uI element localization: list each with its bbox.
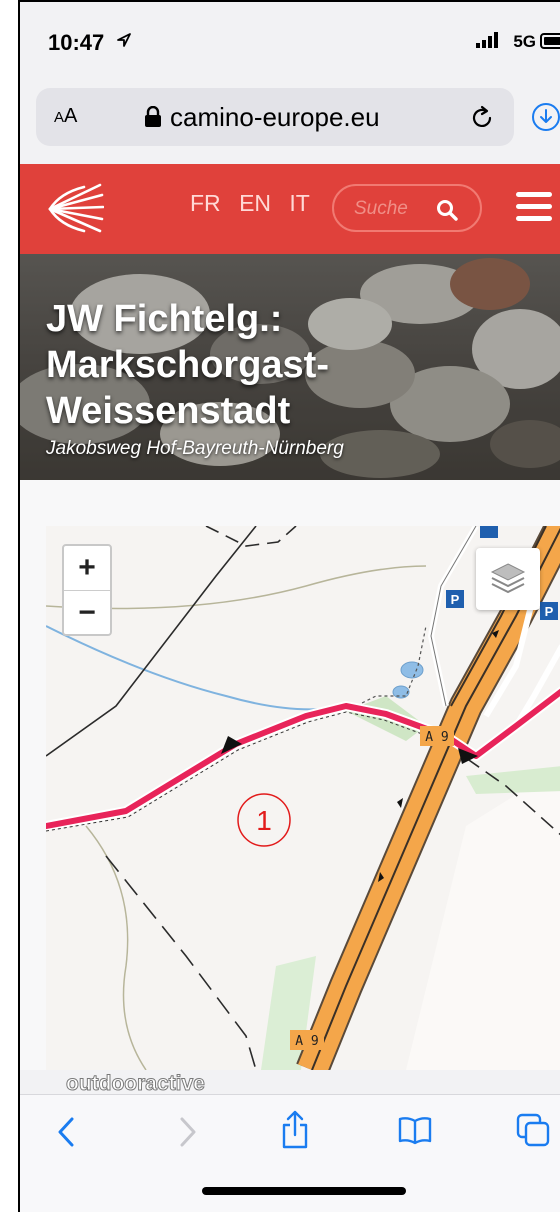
share-icon[interactable] xyxy=(280,1109,310,1149)
scallop-shell-logo[interactable] xyxy=(46,183,104,235)
svg-text:P: P xyxy=(451,592,460,607)
map-attribution-logo[interactable]: outdooractive xyxy=(66,1072,206,1096)
zoom-out-button[interactable]: − xyxy=(64,591,110,635)
signal-icon xyxy=(476,32,498,48)
road-label-a9: A 9 xyxy=(295,1034,318,1049)
bookmarks-icon[interactable] xyxy=(398,1115,432,1145)
download-icon[interactable] xyxy=(532,103,560,131)
url-text[interactable]: camino-europe.eu xyxy=(170,102,380,133)
hero-banner: JW Fichtelg.: Markschorgast-Weissenstadt… xyxy=(20,254,560,480)
address-bar[interactable]: AA camino-europe.eu xyxy=(36,88,514,146)
hamburger-menu-icon[interactable] xyxy=(516,192,552,222)
svg-text:P: P xyxy=(545,604,554,619)
search-icon[interactable] xyxy=(436,199,458,221)
lang-it-link[interactable]: IT xyxy=(289,190,309,216)
language-switcher: FR EN IT xyxy=(190,190,322,217)
search-placeholder: Suche xyxy=(354,198,408,219)
reload-icon[interactable] xyxy=(470,104,494,130)
forward-icon[interactable] xyxy=(176,1115,198,1149)
page-title: JW Fichtelg.: Markschorgast-Weissenstadt xyxy=(46,298,329,432)
layers-icon xyxy=(490,563,526,594)
status-bar: 10:47 5G xyxy=(20,2,560,70)
lang-en-link[interactable]: EN xyxy=(239,190,271,216)
browser-window: 10:47 5G AA camino-europe.eu FR EN IT Su… xyxy=(18,0,560,1212)
zoom-in-button[interactable]: + xyxy=(64,546,110,591)
stage-marker-label: 1 xyxy=(256,805,272,836)
zoom-control: + − xyxy=(62,544,112,636)
battery-icon xyxy=(540,33,560,49)
lang-fr-link[interactable]: FR xyxy=(190,190,221,216)
home-indicator[interactable] xyxy=(202,1187,406,1195)
clock: 10:47 xyxy=(48,30,105,55)
site-header: FR EN IT Suche xyxy=(20,164,560,254)
network-type: 5G xyxy=(513,32,536,51)
lock-icon xyxy=(145,106,161,127)
parking-icon xyxy=(480,526,498,538)
map-layers-button[interactable] xyxy=(476,548,540,610)
tabs-icon[interactable] xyxy=(516,1113,550,1147)
location-arrow-icon xyxy=(117,33,131,47)
search-input[interactable]: Suche xyxy=(332,184,482,232)
page-subtitle: Jakobsweg Hof-Bayreuth-Nürnberg xyxy=(46,438,344,459)
text-size-button[interactable]: AA xyxy=(54,105,77,128)
back-icon[interactable] xyxy=(56,1115,78,1149)
road-label-a9: A 9 xyxy=(425,730,448,745)
